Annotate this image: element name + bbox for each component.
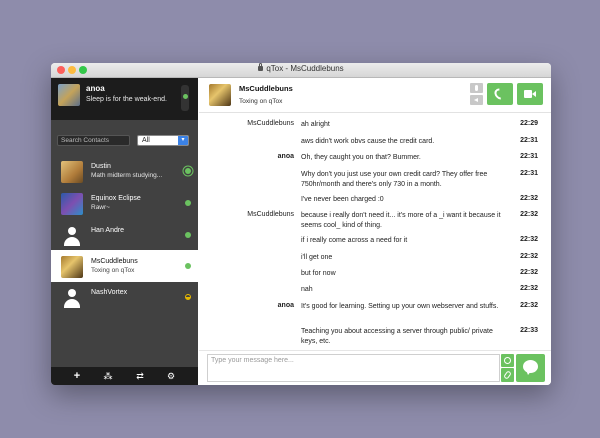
- message-text: Why don't you just use your own credit c…: [301, 171, 488, 188]
- avatar: [61, 287, 83, 309]
- gear-icon[interactable]: ⚙: [164, 370, 178, 382]
- contact-name: Han Andre: [91, 227, 125, 234]
- away-status-icon: [185, 294, 191, 300]
- paperclip-icon: [503, 370, 512, 380]
- self-status-message[interactable]: Sleep is for the weak-end.: [86, 96, 167, 103]
- contact-name: MsCuddlebuns: [91, 258, 138, 265]
- online-status-icon: [185, 232, 191, 238]
- message-text: ah alright: [301, 121, 330, 128]
- qtox-window: qTox - MsCuddlebuns anoa Sleep is for th…: [51, 63, 551, 385]
- search-contacts-input[interactable]: [57, 135, 130, 146]
- filter-selected-value: All: [142, 137, 150, 144]
- title-bar: qTox - MsCuddlebuns: [51, 63, 551, 78]
- phone-icon: [495, 88, 505, 100]
- attach-file-button[interactable]: [501, 368, 514, 382]
- message-text: if i really come across a need for it: [301, 237, 408, 244]
- speech-bubble-icon: [523, 360, 538, 375]
- message-time: 22:31: [520, 153, 538, 160]
- message-log[interactable]: MsCuddlebuns ah alright 22:29 aws didn't…: [199, 113, 551, 349]
- window-title: qTox - MsCuddlebuns: [51, 63, 551, 73]
- message-text: i'll get one: [301, 254, 333, 261]
- plus-icon[interactable]: +: [70, 370, 84, 382]
- message-text: nah: [301, 286, 313, 293]
- emoji-button[interactable]: [501, 354, 514, 367]
- contact-name: Equinox Eclipse: [91, 195, 141, 202]
- mic-icon[interactable]: [470, 83, 483, 93]
- chat-header: MsCuddlebuns Toxing on qTox: [199, 78, 551, 113]
- avatar: [61, 193, 83, 215]
- message-time: 22:32: [520, 253, 538, 260]
- person-icon: [61, 287, 83, 309]
- message-sender: MsCuddlebuns: [247, 211, 294, 218]
- chevron-down-icon: ▾: [178, 136, 188, 145]
- avatar: [61, 161, 83, 183]
- online-status-icon: [185, 263, 191, 269]
- message-compose-area: [199, 350, 551, 385]
- lock-icon: [258, 63, 264, 71]
- message-sender: MsCuddlebuns: [247, 120, 294, 127]
- contact-status: Toxing on qTox: [91, 267, 135, 274]
- message-time: 22:32: [520, 285, 538, 292]
- message-text: but for now: [301, 270, 336, 277]
- transfer-icon[interactable]: ⇄: [133, 370, 147, 382]
- contact-item-mscuddlebuns[interactable]: MsCuddlebuns Toxing on qTox: [51, 250, 198, 282]
- smile-icon: [504, 357, 511, 364]
- message-time: 22:32: [520, 236, 538, 243]
- message-text: It's good for learning. Setting up your …: [301, 303, 499, 310]
- avatar: [61, 225, 83, 247]
- video-call-button[interactable]: [517, 83, 543, 105]
- status-toggle-button[interactable]: [181, 85, 189, 111]
- message-time: 22:32: [520, 269, 538, 276]
- camera-icon: [524, 90, 536, 98]
- window-title-text: qTox - MsCuddlebuns: [266, 64, 344, 73]
- message-sender: anoa: [277, 302, 294, 309]
- audio-call-button[interactable]: [487, 83, 513, 105]
- message-text: aws didn't work obvs cause the credit ca…: [301, 138, 435, 145]
- contact-item-dustin[interactable]: Dustin Math midterm studying...: [51, 155, 198, 187]
- online-status-icon: [185, 168, 191, 174]
- message-text: Teaching you about accessing a server th…: [301, 328, 493, 345]
- speaker-icon[interactable]: [470, 95, 483, 105]
- sidebar-toolbar: + ⁂ ⇄ ⚙: [51, 367, 198, 385]
- message-time: 22:31: [520, 170, 538, 177]
- message-time: 22:32: [520, 211, 538, 218]
- contact-name: NashVortex: [91, 289, 128, 296]
- message-input[interactable]: [207, 354, 500, 382]
- chat-avatar: [209, 84, 231, 106]
- contact-status: Math midterm studying...: [91, 172, 163, 179]
- person-icon: [61, 225, 83, 247]
- chat-contact-name: MsCuddlebuns: [239, 84, 293, 93]
- self-profile-panel: anoa Sleep is for the weak-end.: [51, 78, 198, 120]
- contact-item-equinox-eclipse[interactable]: Equinox Eclipse Rawr~: [51, 187, 198, 219]
- avatar: [61, 256, 83, 278]
- message-text: because i really don't need it... it's m…: [301, 212, 501, 229]
- sidebar: anoa Sleep is for the weak-end. All ▾ Du…: [51, 78, 198, 385]
- message-time: 22:32: [520, 302, 538, 309]
- contact-status: Rawr~: [91, 204, 110, 211]
- chat-contact-status: Toxing on qTox: [239, 98, 283, 105]
- contact-item-nashvortex[interactable]: NashVortex: [51, 281, 198, 313]
- online-status-icon: [185, 200, 191, 206]
- group-icon[interactable]: ⁂: [101, 370, 115, 382]
- message-time: 22:29: [520, 120, 538, 127]
- send-button[interactable]: [516, 354, 545, 382]
- message-text: Oh, they caught you on that? Bummer.: [301, 154, 421, 161]
- self-name[interactable]: anoa: [86, 84, 105, 93]
- self-avatar[interactable]: [58, 84, 80, 106]
- message-time: 22:33: [520, 327, 538, 334]
- contact-filter-select[interactable]: All ▾: [137, 135, 189, 146]
- contact-item-han-andre[interactable]: Han Andre: [51, 219, 198, 251]
- message-time: 22:32: [520, 195, 538, 202]
- contact-name: Dustin: [91, 163, 111, 170]
- message-time: 22:31: [520, 137, 538, 144]
- message-sender: anoa: [277, 153, 294, 160]
- message-text: I've never been charged :0: [301, 196, 384, 203]
